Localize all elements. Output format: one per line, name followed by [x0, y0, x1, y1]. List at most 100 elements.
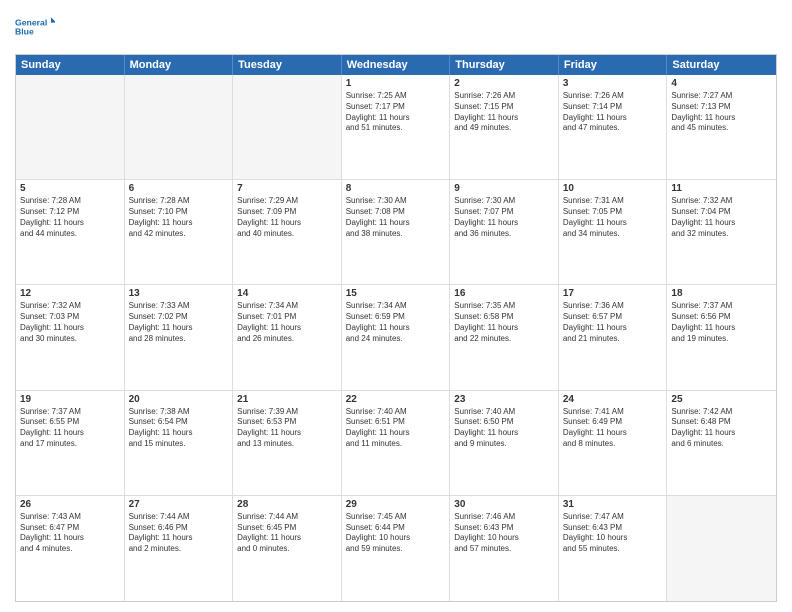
calendar-cell: 6 Sunrise: 7:28 AM Sunset: 7:10 PM Daylig…	[125, 180, 234, 284]
day-info: Sunrise: 7:29 AM Sunset: 7:09 PM Dayligh…	[237, 196, 337, 239]
calendar-cell: 2 Sunrise: 7:26 AM Sunset: 7:15 PM Daylig…	[450, 75, 559, 179]
calendar-cell: 19Sunrise: 7:37 AM Sunset: 6:55 PM Dayli…	[16, 391, 125, 495]
day-number: 18	[671, 288, 772, 299]
header-day-saturday: Saturday	[667, 55, 776, 75]
calendar-cell: 28 Sunrise: 7:44 AM Sunset: 6:45 PM Dayli…	[233, 496, 342, 601]
day-number: 30	[454, 499, 554, 510]
calendar-cell: 16Sunrise: 7:35 AM Sunset: 6:58 PM Dayli…	[450, 285, 559, 389]
calendar-week-3: 12 Sunrise: 7:32 AM Sunset: 7:03 PM Dayli…	[16, 285, 776, 390]
day-number: 22	[346, 394, 446, 405]
day-number: 5	[20, 183, 120, 194]
day-number: 10	[563, 183, 663, 194]
calendar-cell	[233, 75, 342, 179]
day-number: 7	[237, 183, 337, 194]
calendar-cell: 1 Sunrise: 7:25 AM Sunset: 7:17 PM Daylig…	[342, 75, 451, 179]
day-info: Sunrise: 7:40 AM Sunset: 6:50 PM Dayligh…	[454, 407, 554, 450]
day-info: Sunrise: 7:41 AM Sunset: 6:49 PM Dayligh…	[563, 407, 663, 450]
calendar-cell: 10 Sunrise: 7:31 AM Sunset: 7:05 PM Dayli…	[559, 180, 668, 284]
day-info: Sunrise: 7:30 AM Sunset: 7:07 PM Dayligh…	[454, 196, 554, 239]
day-number: 12	[20, 288, 120, 299]
calendar-cell: 29Sunrise: 7:45 AM Sunset: 6:44 PM Dayli…	[342, 496, 451, 601]
day-info: Sunrise: 7:25 AM Sunset: 7:17 PM Dayligh…	[346, 91, 446, 134]
day-info: Sunrise: 7:31 AM Sunset: 7:05 PM Dayligh…	[563, 196, 663, 239]
day-number: 1	[346, 78, 446, 89]
day-info: Sunrise: 7:38 AM Sunset: 6:54 PM Dayligh…	[129, 407, 229, 450]
day-number: 31	[563, 499, 663, 510]
calendar-cell: 18 Sunrise: 7:37 AM Sunset: 6:56 PM Dayli…	[667, 285, 776, 389]
calendar-cell: 30 Sunrise: 7:46 AM Sunset: 6:43 PM Dayli…	[450, 496, 559, 601]
day-info: Sunrise: 7:44 AM Sunset: 6:45 PM Dayligh…	[237, 512, 337, 555]
day-number: 25	[671, 394, 772, 405]
calendar-cell: 20 Sunrise: 7:38 AM Sunset: 6:54 PM Dayli…	[125, 391, 234, 495]
calendar-cell: 22 Sunrise: 7:40 AM Sunset: 6:51 PM Dayli…	[342, 391, 451, 495]
calendar-cell: 26 Sunrise: 7:43 AM Sunset: 6:47 PM Dayli…	[16, 496, 125, 601]
calendar-cell: 9 Sunrise: 7:30 AM Sunset: 7:07 PM Daylig…	[450, 180, 559, 284]
logo: General Blue	[15, 10, 55, 46]
calendar-body: 1 Sunrise: 7:25 AM Sunset: 7:17 PM Daylig…	[16, 75, 776, 601]
day-number: 14	[237, 288, 337, 299]
day-number: 6	[129, 183, 229, 194]
calendar-cell: 21 Sunrise: 7:39 AM Sunset: 6:53 PM Dayli…	[233, 391, 342, 495]
day-number: 4	[671, 78, 772, 89]
day-number: 11	[671, 183, 772, 194]
day-info: Sunrise: 7:43 AM Sunset: 6:47 PM Dayligh…	[20, 512, 120, 555]
calendar-cell: 24 Sunrise: 7:41 AM Sunset: 6:49 PM Dayli…	[559, 391, 668, 495]
header-day-friday: Friday	[559, 55, 668, 75]
day-number: 3	[563, 78, 663, 89]
calendar-cell: 3 Sunrise: 7:26 AM Sunset: 7:14 PM Daylig…	[559, 75, 668, 179]
calendar-cell: 31 Sunrise: 7:47 AM Sunset: 6:43 PM Dayli…	[559, 496, 668, 601]
day-info: Sunrise: 7:26 AM Sunset: 7:14 PM Dayligh…	[563, 91, 663, 134]
calendar-cell: 7 Sunrise: 7:29 AM Sunset: 7:09 PM Daylig…	[233, 180, 342, 284]
day-info: Sunrise: 7:32 AM Sunset: 7:03 PM Dayligh…	[20, 301, 120, 344]
day-info: Sunrise: 7:44 AM Sunset: 6:46 PM Dayligh…	[129, 512, 229, 555]
calendar-cell	[16, 75, 125, 179]
day-number: 26	[20, 499, 120, 510]
header-day-wednesday: Wednesday	[342, 55, 451, 75]
day-info: Sunrise: 7:37 AM Sunset: 6:56 PM Dayligh…	[671, 301, 772, 344]
calendar-week-2: 5Sunrise: 7:28 AM Sunset: 7:12 PM Daylig…	[16, 180, 776, 285]
day-number: 19	[20, 394, 120, 405]
day-number: 28	[237, 499, 337, 510]
calendar-week-4: 19Sunrise: 7:37 AM Sunset: 6:55 PM Dayli…	[16, 391, 776, 496]
svg-text:Blue: Blue	[15, 27, 34, 37]
day-info: Sunrise: 7:47 AM Sunset: 6:43 PM Dayligh…	[563, 512, 663, 555]
day-number: 24	[563, 394, 663, 405]
calendar-cell	[125, 75, 234, 179]
header-day-thursday: Thursday	[450, 55, 559, 75]
header-day-monday: Monday	[125, 55, 234, 75]
day-number: 9	[454, 183, 554, 194]
day-info: Sunrise: 7:36 AM Sunset: 6:57 PM Dayligh…	[563, 301, 663, 344]
day-number: 15	[346, 288, 446, 299]
day-info: Sunrise: 7:26 AM Sunset: 7:15 PM Dayligh…	[454, 91, 554, 134]
header-day-tuesday: Tuesday	[233, 55, 342, 75]
calendar-cell: 17Sunrise: 7:36 AM Sunset: 6:57 PM Dayli…	[559, 285, 668, 389]
day-number: 2	[454, 78, 554, 89]
calendar-cell: 12 Sunrise: 7:32 AM Sunset: 7:03 PM Dayli…	[16, 285, 125, 389]
calendar-cell: 27Sunrise: 7:44 AM Sunset: 6:46 PM Dayli…	[125, 496, 234, 601]
day-info: Sunrise: 7:39 AM Sunset: 6:53 PM Dayligh…	[237, 407, 337, 450]
calendar-cell	[667, 496, 776, 601]
day-info: Sunrise: 7:27 AM Sunset: 7:13 PM Dayligh…	[671, 91, 772, 134]
day-info: Sunrise: 7:30 AM Sunset: 7:08 PM Dayligh…	[346, 196, 446, 239]
day-number: 21	[237, 394, 337, 405]
day-info: Sunrise: 7:33 AM Sunset: 7:02 PM Dayligh…	[129, 301, 229, 344]
calendar-cell: 25Sunrise: 7:42 AM Sunset: 6:48 PM Dayli…	[667, 391, 776, 495]
calendar-cell: 5Sunrise: 7:28 AM Sunset: 7:12 PM Daylig…	[16, 180, 125, 284]
day-number: 29	[346, 499, 446, 510]
day-info: Sunrise: 7:34 AM Sunset: 7:01 PM Dayligh…	[237, 301, 337, 344]
day-info: Sunrise: 7:46 AM Sunset: 6:43 PM Dayligh…	[454, 512, 554, 555]
day-number: 20	[129, 394, 229, 405]
calendar-cell: 23 Sunrise: 7:40 AM Sunset: 6:50 PM Dayli…	[450, 391, 559, 495]
day-info: Sunrise: 7:32 AM Sunset: 7:04 PM Dayligh…	[671, 196, 772, 239]
calendar-cell: 4 Sunrise: 7:27 AM Sunset: 7:13 PM Daylig…	[667, 75, 776, 179]
calendar-cell: 11 Sunrise: 7:32 AM Sunset: 7:04 PM Dayli…	[667, 180, 776, 284]
day-info: Sunrise: 7:40 AM Sunset: 6:51 PM Dayligh…	[346, 407, 446, 450]
day-number: 13	[129, 288, 229, 299]
calendar-cell: 8Sunrise: 7:30 AM Sunset: 7:08 PM Daylig…	[342, 180, 451, 284]
calendar-cell: 14 Sunrise: 7:34 AM Sunset: 7:01 PM Dayli…	[233, 285, 342, 389]
calendar-week-5: 26 Sunrise: 7:43 AM Sunset: 6:47 PM Dayli…	[16, 496, 776, 601]
day-number: 23	[454, 394, 554, 405]
logo-svg: General Blue	[15, 10, 55, 46]
day-info: Sunrise: 7:28 AM Sunset: 7:10 PM Dayligh…	[129, 196, 229, 239]
calendar: SundayMondayTuesdayWednesdayThursdayFrid…	[15, 54, 777, 602]
